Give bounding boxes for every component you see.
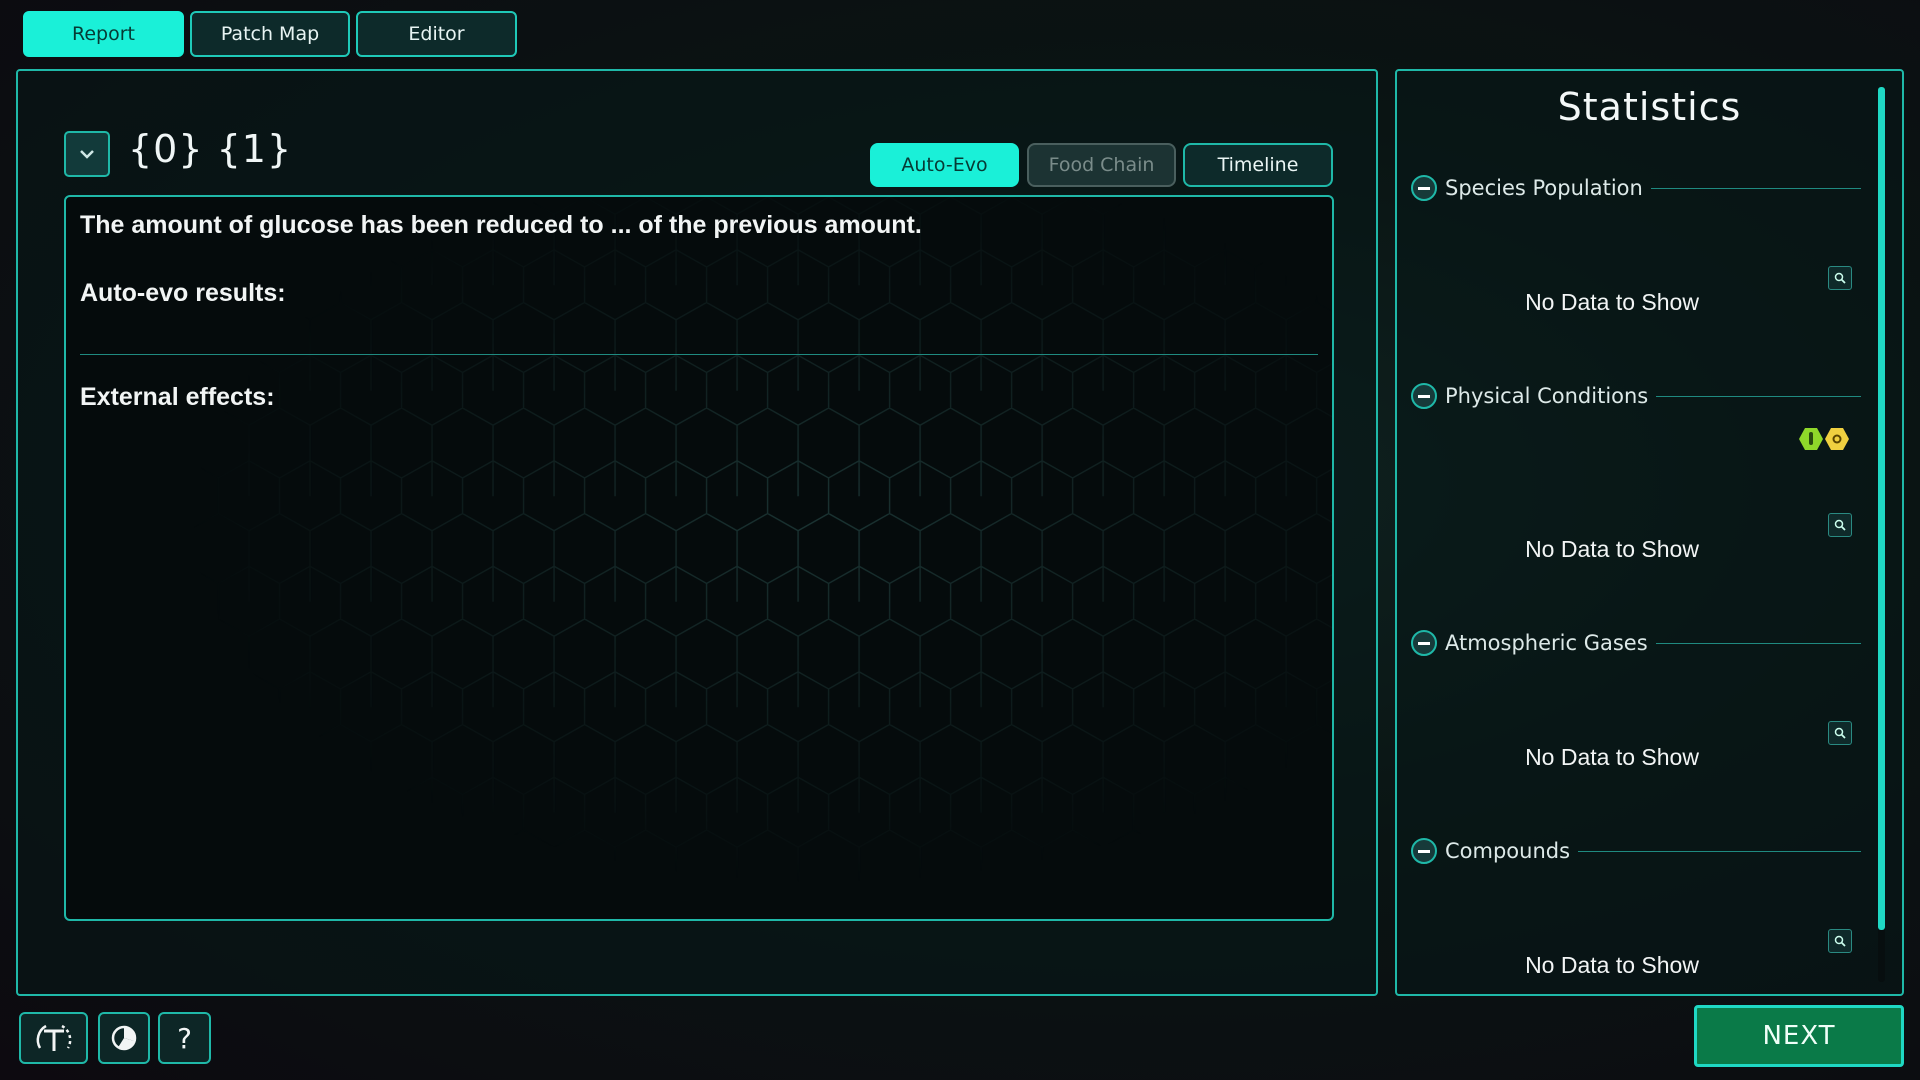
glucose-message: The amount of glucose has been reduced t… [80, 211, 922, 239]
zoom-button[interactable] [1828, 266, 1852, 290]
section-compounds: Compounds [1411, 834, 1861, 868]
pie-chart-icon [111, 1025, 137, 1051]
zoom-button[interactable] [1828, 513, 1852, 537]
divider [1650, 187, 1861, 189]
statistics-panel: Statistics Species Population No Data to… [1395, 69, 1904, 996]
divider [80, 354, 1318, 355]
temperature-icon[interactable] [1799, 428, 1823, 450]
tab-editor[interactable]: Editor [356, 11, 517, 57]
minus-icon[interactable] [1411, 838, 1437, 864]
zoom-button[interactable] [1828, 721, 1852, 745]
zoom-icon [1834, 272, 1846, 284]
statistics-button[interactable] [98, 1012, 150, 1064]
tutorial-button[interactable] [19, 1012, 88, 1064]
zoom-icon [1834, 935, 1846, 947]
next-button[interactable]: NEXT [1694, 1005, 1904, 1067]
tutorial-icon [36, 1024, 71, 1051]
auto-evo-heading: Auto-evo results: [80, 279, 286, 307]
section-label: Atmospheric Gases [1445, 631, 1648, 655]
zoom-icon [1834, 519, 1846, 531]
collapse-button[interactable] [64, 131, 110, 177]
help-button[interactable]: ? [158, 1012, 211, 1064]
chevron-down-icon [80, 150, 94, 159]
condition-toggles[interactable] [1798, 426, 1854, 452]
scrollbar-thumb[interactable] [1878, 87, 1885, 930]
report-content[interactable]: The amount of glucose has been reduced t… [64, 195, 1334, 921]
report-panel: {0} {1} Auto-Evo Food Chain Timeline The… [16, 69, 1378, 996]
divider [1578, 850, 1861, 852]
no-data-text: No Data to Show [1525, 536, 1699, 562]
statistics-title: Statistics [1557, 85, 1742, 129]
tab-patch-map[interactable]: Patch Map [190, 11, 350, 57]
section-physical-conditions: Physical Conditions [1411, 379, 1861, 413]
minus-icon[interactable] [1411, 175, 1437, 201]
scrollbar[interactable] [1878, 87, 1885, 982]
tab-report[interactable]: Report [23, 11, 184, 57]
sunlight-icon[interactable] [1825, 428, 1849, 450]
external-effects-heading: External effects: [80, 383, 275, 411]
minus-icon[interactable] [1411, 630, 1437, 656]
zoom-button[interactable] [1828, 929, 1852, 953]
minus-icon[interactable] [1411, 383, 1437, 409]
no-data-text: No Data to Show [1525, 289, 1699, 315]
report-title: {0} {1} [128, 127, 293, 171]
no-data-text: No Data to Show [1525, 744, 1699, 770]
divider [1655, 642, 1861, 644]
zoom-icon [1834, 727, 1846, 739]
divider [1656, 395, 1861, 397]
tab-food-chain[interactable]: Food Chain [1027, 143, 1176, 187]
no-data-text: No Data to Show [1525, 952, 1699, 978]
section-label: Compounds [1445, 839, 1571, 863]
section-label: Species Population [1445, 176, 1643, 200]
tab-auto-evo[interactable]: Auto-Evo [870, 143, 1019, 187]
section-atmospheric-gases: Atmospheric Gases [1411, 626, 1861, 660]
tab-timeline[interactable]: Timeline [1183, 143, 1333, 187]
section-label: Physical Conditions [1445, 384, 1649, 408]
section-species-population: Species Population [1411, 171, 1861, 205]
